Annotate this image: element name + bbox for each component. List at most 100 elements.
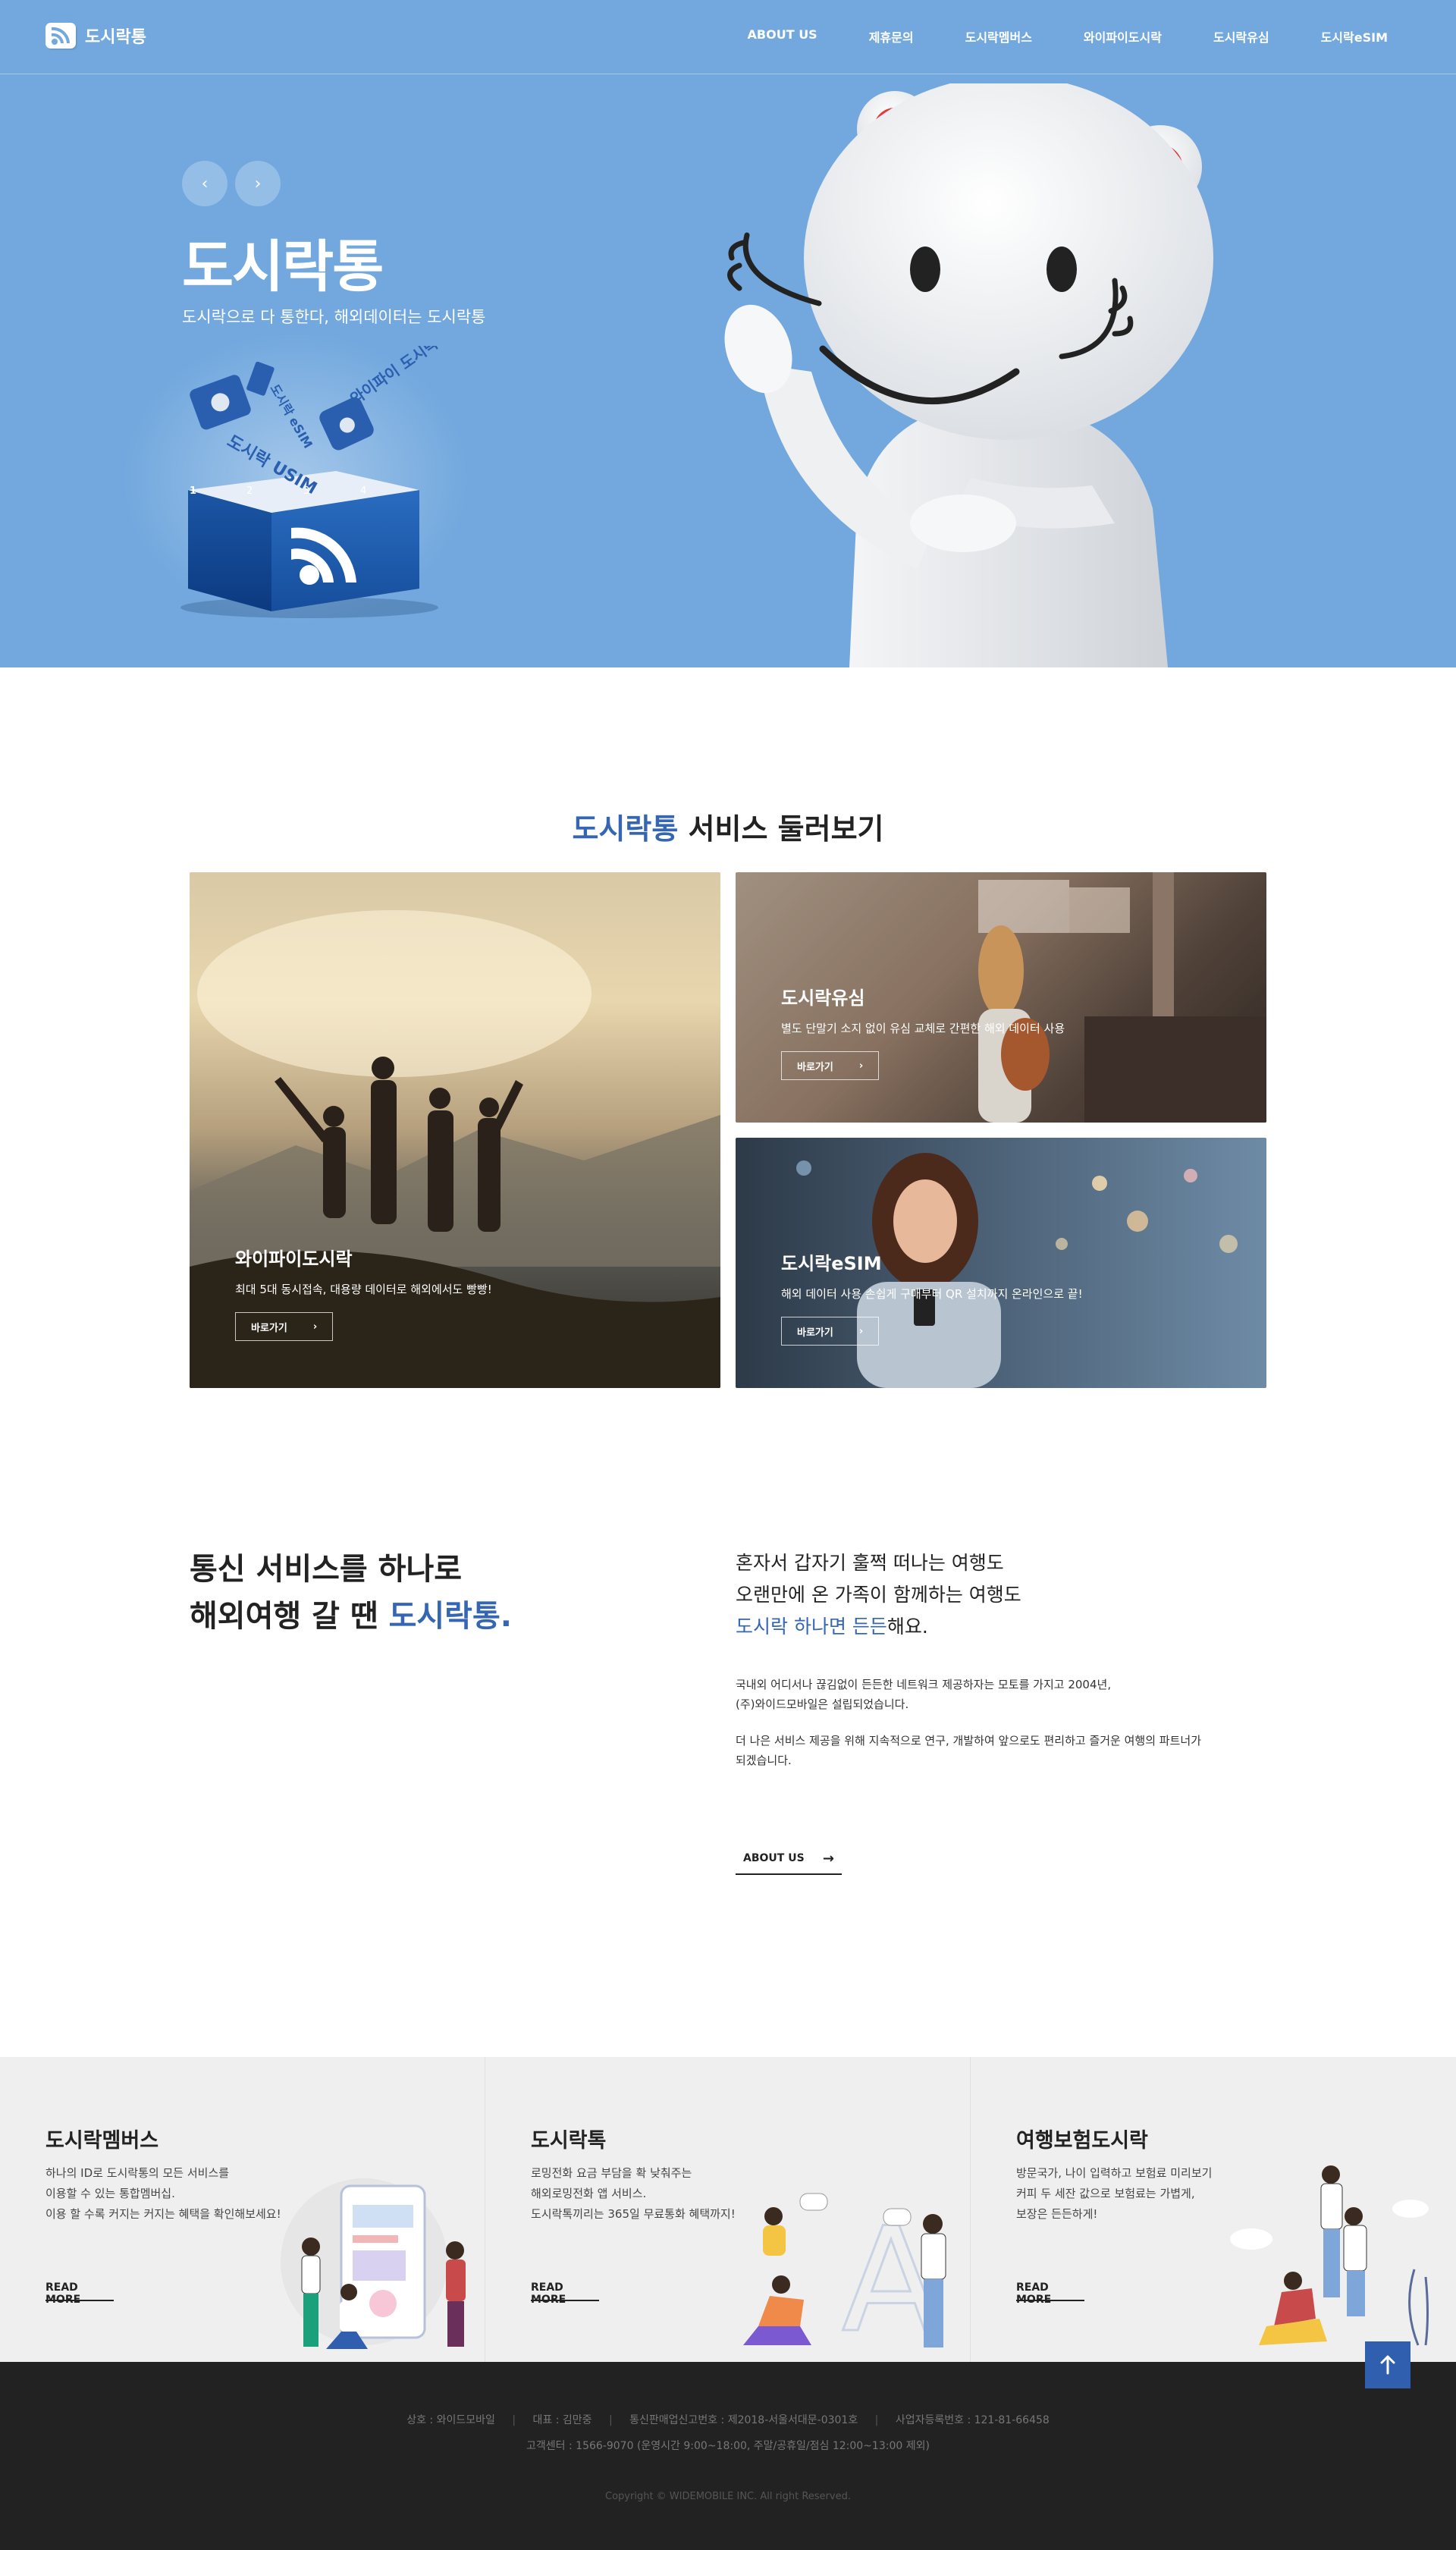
nav-usim[interactable]: 도시락유심: [1213, 27, 1269, 46]
arrow-right-icon: →: [822, 1850, 834, 1867]
slide-number[interactable]: 3: [303, 485, 360, 497]
chevron-right-icon: ›: [858, 1325, 864, 1337]
card-go-label: 바로가기: [797, 1061, 833, 1073]
scroll-top-button[interactable]: [1365, 2341, 1410, 2388]
read-more-button[interactable]: READ MORE: [46, 2271, 114, 2306]
bottom-card-desc: 로밍전화 요금 부담을 확 낮춰주는 해외로밍전화 앱 서비스. 도시락톡끼리는…: [531, 2163, 736, 2225]
services-title-accent: 도시락통: [572, 812, 679, 846]
desc-line: 하나의 ID로 도시락통의 모든 서비스를: [46, 2166, 230, 2180]
hero-title: 도시락통: [182, 234, 384, 300]
services-title-rest: 서비스 둘러보기: [678, 812, 884, 846]
nav-about-us[interactable]: ABOUT US: [748, 27, 817, 46]
desc-line: 이용할 수 있는 통합멤버십.: [46, 2187, 175, 2200]
about-p1-line1: 국내외 어디서나 끊김없이 든든한 네트워크 제공하자는 모토를 가지고 200…: [736, 1678, 1112, 1691]
box-label-esim: 도시락 eSIM: [268, 382, 315, 451]
box-label-wifi: 와이파이 도시락: [347, 346, 441, 408]
bottom-card-title: 도시락톡: [531, 2129, 607, 2153]
nav-esim[interactable]: 도시락eSIM: [1321, 27, 1388, 46]
bottom-card-members[interactable]: 도시락멤버스 하나의 ID로 도시락통의 모든 서비스를 이용할 수 있는 통합…: [0, 2057, 485, 2362]
slide-pagination: 1 2 3 4: [190, 485, 417, 497]
card-go-button[interactable]: 바로가기 ›: [235, 1312, 334, 1341]
card-desc: 해외 데이터 사용 손쉽게 구매부터 QR 설치까지 온라인으로 끝!: [781, 1287, 1083, 1301]
about-heading-line2: 해외여행 갈 땐 도시락통.: [190, 1593, 512, 1640]
about-paragraph-1: 국내외 어디서나 끊김없이 든든한 네트워크 제공하자는 모토를 가지고 200…: [736, 1675, 1111, 1714]
about-us-button[interactable]: ABOUT US →: [736, 1843, 842, 1875]
site-footer: 상호 : 와이드모바일 | 대표 : 김만중 | 통신판매업신고번호 : 제20…: [0, 2362, 1456, 2550]
footer-company: 상호 : 와이드모바일: [406, 2414, 495, 2426]
read-more-button[interactable]: READ MORE: [531, 2271, 599, 2306]
card-title: 도시락eSIM: [781, 1253, 882, 1274]
hero-subtitle: 도시락으로 다 통한다, 해외데이터는 도시락통: [182, 308, 486, 326]
nav-partnership[interactable]: 제휴문의: [869, 27, 914, 46]
talk-illustration: A: [743, 2193, 946, 2360]
footer-bizno: 사업자등록번호 : 121-81-66458: [895, 2414, 1050, 2426]
nav-members[interactable]: 도시락멤버스: [965, 27, 1032, 46]
card-go-label: 바로가기: [251, 1322, 287, 1334]
read-more-button[interactable]: READ MORE: [1016, 2271, 1084, 2306]
card-go-button[interactable]: 바로가기 ›: [781, 1317, 880, 1346]
members-illustration: [281, 2178, 466, 2349]
about-paragraph-2: 더 나은 서비스 제공을 위해 지속적으로 연구, 개발하여 앞으로도 편리하고…: [736, 1731, 1201, 1770]
about-lead-line2: 오랜만에 온 가족이 함께하는 여행도: [736, 1584, 1021, 1606]
card-wifi-text: 와이파이도시락 최대 5대 동시접속, 대용량 데이터로 해외에서도 빵빵! 바…: [235, 1244, 492, 1341]
bottom-services: 도시락멤버스 하나의 ID로 도시락통의 모든 서비스를 이용할 수 있는 통합…: [0, 2057, 1456, 2362]
card-usim-text: 도시락유심 별도 단말기 소지 없이 유심 교체로 간편한 해외 데이터 사용 …: [781, 983, 1065, 1080]
about-heading-prefix: 해외여행 갈 땐: [190, 1599, 389, 1634]
card-desc: 최대 5대 동시접속, 대용량 데이터로 해외에서도 빵빵!: [235, 1283, 492, 1296]
insurance-illustration: [1230, 2165, 1429, 2346]
services-title: 도시락통 서비스 둘러보기: [0, 806, 1456, 847]
card-go-button[interactable]: 바로가기 ›: [781, 1051, 880, 1080]
footer-separator: |: [874, 2414, 879, 2426]
about-p1-line2: (주)와이드모바일은 설립되었습니다.: [736, 1697, 909, 1711]
about-lead: 혼자서 갑자기 훌쩍 떠나는 여행도 오랜만에 온 가족이 함께하는 여행도 도…: [736, 1547, 1021, 1643]
card-esim-text: 도시락eSIM 해외 데이터 사용 손쉽게 구매부터 QR 설치까지 온라인으로…: [781, 1248, 1083, 1346]
site-header: 도시락통 ABOUT US 제휴문의 도시락멤버스 와이파이도시락 도시락유심 …: [0, 0, 1456, 74]
logo-text: 도시락통: [85, 28, 146, 47]
card-desc: 별도 단말기 소지 없이 유심 교체로 간편한 해외 데이터 사용: [781, 1022, 1065, 1035]
chevron-right-icon: ›: [312, 1321, 318, 1333]
nav-wifi-dosirak[interactable]: 와이파이도시락: [1084, 27, 1162, 46]
footer-license: 통신판매업신고번호 : 제2018-서울서대문-0301호: [629, 2414, 858, 2426]
footer-copyright: Copyright © WIDEMOBILE INC. All right Re…: [605, 2491, 851, 2502]
footer-separator: |: [512, 2414, 516, 2426]
arrow-up-icon: [1380, 2355, 1395, 2375]
about-lead-line1: 혼자서 갑자기 훌쩍 떠나는 여행도: [736, 1552, 1004, 1574]
bottom-card-title: 도시락멤버스: [46, 2129, 159, 2153]
about-lead-suffix: 해요.: [886, 1616, 928, 1638]
desc-line: 로밍전화 요금 부담을 확 낮춰주는: [531, 2166, 692, 2180]
about-heading: 통신 서비스를 하나로 해외여행 갈 땐 도시락통.: [190, 1546, 512, 1640]
desc-line: 도시락톡끼리는 365일 무료통화 혜택까지!: [531, 2207, 736, 2221]
desc-line: 해외로밍전화 앱 서비스.: [531, 2187, 647, 2200]
wifi-logo-icon: [46, 23, 76, 49]
slide-number[interactable]: 1: [190, 485, 246, 497]
card-esim[interactable]: 도시락eSIM 해외 데이터 사용 손쉽게 구매부터 QR 설치까지 온라인으로…: [736, 1138, 1266, 1388]
slide-number[interactable]: 2: [246, 485, 303, 497]
about-p2-line2: 되겠습니다.: [736, 1754, 792, 1767]
chevron-right-icon: ›: [858, 1060, 864, 1072]
site-logo[interactable]: 도시락통: [46, 23, 146, 49]
hero-banner: ‹ › 도시락통 도시락으로 다 통한다, 해외데이터는 도시락통 도시락 US…: [0, 0, 1456, 667]
footer-separator: |: [608, 2414, 613, 2426]
card-title: 도시락유심: [781, 988, 865, 1009]
hero-prev-button[interactable]: ‹: [182, 161, 228, 206]
bottom-card-insurance[interactable]: 여행보험도시락 방문국가, 나이 입력하고 보험료 미리보기 커피 두 세잔 값…: [971, 2057, 1456, 2362]
card-wifi[interactable]: 와이파이도시락 최대 5대 동시접속, 대용량 데이터로 해외에서도 빵빵! 바…: [190, 872, 720, 1388]
desc-line: 이용 할 수록 커지는 커지는 혜택을 확인해보세요!: [46, 2207, 281, 2221]
card-go-label: 바로가기: [797, 1327, 833, 1339]
footer-ceo: 대표 : 김만중: [532, 2414, 592, 2426]
bottom-card-desc: 하나의 ID로 도시락통의 모든 서비스를 이용할 수 있는 통합멤버십. 이용…: [46, 2163, 281, 2225]
desc-line: 커피 두 세잔 값으로 보험료는 가볍게,: [1016, 2187, 1195, 2200]
slide-number[interactable]: 4: [360, 485, 417, 497]
sim-box-illustration: 도시락 USIM 도시락 eSIM 와이파이 도시락: [180, 346, 442, 618]
about-p2-line1: 더 나은 서비스 제공을 위해 지속적으로 연구, 개발하여 앞으로도 편리하고…: [736, 1734, 1201, 1748]
about-heading-line1: 통신 서비스를 하나로: [190, 1552, 463, 1587]
about-lead-line3: 도시락 하나면 든든해요.: [736, 1611, 1021, 1643]
bottom-card-talk[interactable]: 도시락톡 로밍전화 요금 부담을 확 낮춰주는 해외로밍전화 앱 서비스. 도시…: [485, 2057, 971, 2362]
hero-next-button[interactable]: ›: [235, 161, 281, 206]
footer-company-info: 상호 : 와이드모바일 | 대표 : 김만중 | 통신판매업신고번호 : 제20…: [0, 2412, 1456, 2427]
card-usim[interactable]: 도시락유심 별도 단말기 소지 없이 유심 교체로 간편한 해외 데이터 사용 …: [736, 872, 1266, 1123]
card-title: 와이파이도시락: [235, 1248, 353, 1270]
chevron-right-icon: ›: [254, 174, 262, 193]
bottom-card-title: 여행보험도시락: [1016, 2129, 1148, 2153]
about-heading-accent: 도시락통.: [388, 1599, 512, 1634]
